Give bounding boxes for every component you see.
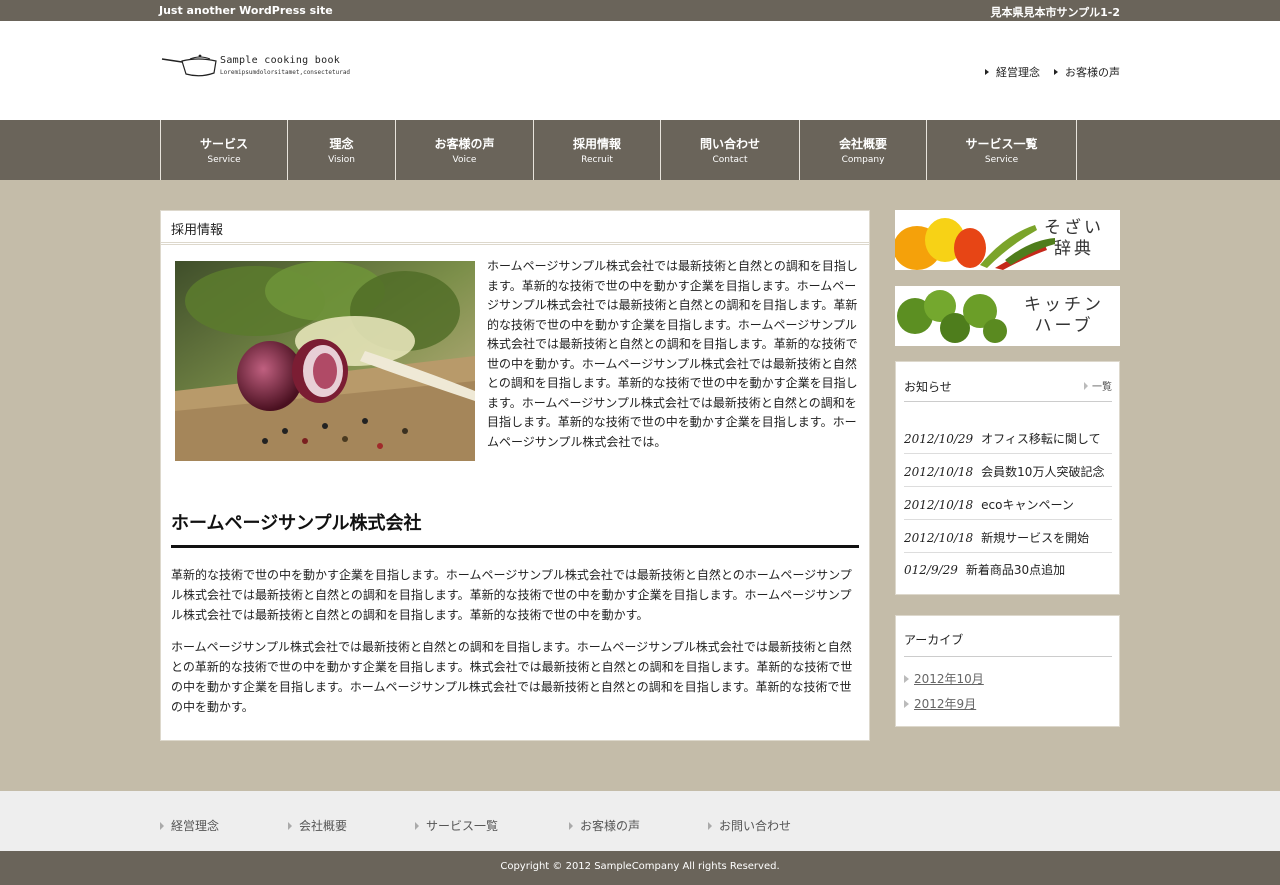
footer-nav: 経営理念 会社概要 サービス一覧 お客様の声 お問い合わせ — [0, 791, 1280, 851]
arrow-right-icon — [1084, 381, 1088, 390]
nav-item-company[interactable]: 会社概要 Company — [800, 120, 927, 180]
divider — [904, 656, 1112, 657]
footer-link-service-list[interactable]: サービス一覧 — [415, 817, 498, 834]
page-title: 採用情報 — [161, 211, 869, 245]
arrow-right-icon — [415, 821, 419, 830]
main-content: 採用情報 ホームページサンプル株式会社では最新技術と自然との調和を目指します。革… — [160, 210, 870, 741]
news-widget: お知らせ 一覧 2012/10/29 オフィス移転に関して 2012/10/18 会… — [895, 361, 1120, 595]
arrow-right-icon — [160, 821, 164, 830]
footer-link-contact[interactable]: お問い合わせ — [708, 817, 791, 834]
news-more-link[interactable]: 一覧 — [1084, 378, 1112, 393]
nav-item-voice[interactable]: お客様の声 Voice — [396, 120, 534, 180]
news-item[interactable]: 012/9/29 新着商品30点追加 — [904, 552, 1112, 585]
nav-item-vision[interactable]: 理念 Vision — [288, 120, 396, 180]
logo-subtitle: Loremipsumdolorsitamet,consecteturad — [220, 69, 351, 76]
nav-item-service[interactable]: サービス Service — [161, 120, 288, 180]
footer-link-company[interactable]: 会社概要 — [288, 817, 347, 834]
pot-icon — [161, 54, 217, 77]
arrow-right-icon — [569, 821, 573, 830]
arrow-right-icon — [904, 674, 909, 683]
site-address: 見本県見本市サンプル1-2 — [990, 6, 1120, 19]
kitchen-herb-banner[interactable]: キッチン ハーブ — [895, 286, 1120, 346]
header-links: 経営理念 お客様の声 — [985, 64, 1120, 80]
news-item[interactable]: 2012/10/29 オフィス移転に関して — [904, 421, 1112, 454]
arrow-right-icon — [985, 69, 989, 75]
banner2-text: キッチン ハーブ — [1024, 295, 1104, 336]
arrow-right-icon — [288, 821, 292, 830]
header-link-voice[interactable]: お客様の声 — [1054, 64, 1120, 80]
nav-item-service-list[interactable]: サービス一覧 Service — [927, 120, 1077, 180]
footer-link-voice[interactable]: お客様の声 — [569, 817, 640, 834]
archive-link-2012-10[interactable]: 2012年10月 — [904, 670, 984, 687]
sozai-dictionary-banner[interactable]: そざい 辞典 — [895, 210, 1120, 270]
global-nav: サービス Service 理念 Vision お客様の声 Voice 採用情報 Recr… — [0, 120, 1280, 180]
top-bar: Just another WordPress site 見本県見本市サンプル1-… — [0, 0, 1280, 21]
site-logo[interactable]: Sample cooking book Loremipsumdolorsitam… — [160, 51, 360, 83]
nav-item-recruit[interactable]: 採用情報 Recruit — [534, 120, 661, 180]
copyright: Copyright © 2012 SampleCompany All right… — [0, 851, 1280, 885]
intro-text: ホームページサンプル株式会社では最新技術と自然との調和を目指します。革新的な技術… — [487, 259, 858, 449]
arrow-right-icon — [904, 699, 909, 708]
site-header: Sample cooking book Loremipsumdolorsitam… — [0, 21, 1280, 120]
header-link-philosophy[interactable]: 経営理念 — [985, 64, 1040, 80]
divider — [904, 401, 1112, 402]
body-paragraph-2: ホームページサンプル株式会社では最新技術と自然との調和を目指します。ホームページ… — [171, 640, 853, 714]
nav-item-contact[interactable]: 問い合わせ Contact — [661, 120, 800, 180]
vegetables-photo — [175, 261, 475, 461]
arrow-right-icon — [1054, 69, 1058, 75]
news-item[interactable]: 2012/10/18 ecoキャンペーン — [904, 487, 1112, 520]
archive-title: アーカイブ — [904, 633, 964, 647]
news-item[interactable]: 2012/10/18 新規サービスを開始 — [904, 520, 1112, 553]
archive-widget: アーカイブ 2012年10月 2012年9月 — [895, 615, 1120, 727]
news-item[interactable]: 2012/10/18 会員数10万人突破記念 — [904, 454, 1112, 487]
footer-link-philosophy[interactable]: 経営理念 — [160, 817, 219, 834]
news-title: お知らせ — [904, 380, 952, 394]
logo-title: Sample cooking book — [220, 55, 341, 66]
body-paragraph-1: 革新的な技術で世の中を動かす企業を目指します。ホームページサンプル株式会社では最… — [171, 568, 852, 622]
site-tagline: Just another WordPress site — [159, 4, 333, 17]
arrow-right-icon — [708, 821, 712, 830]
banner1-text: そざい 辞典 — [1044, 218, 1104, 259]
section-title: ホームページサンプル株式会社 — [171, 509, 859, 548]
archive-link-2012-09[interactable]: 2012年9月 — [904, 695, 976, 712]
